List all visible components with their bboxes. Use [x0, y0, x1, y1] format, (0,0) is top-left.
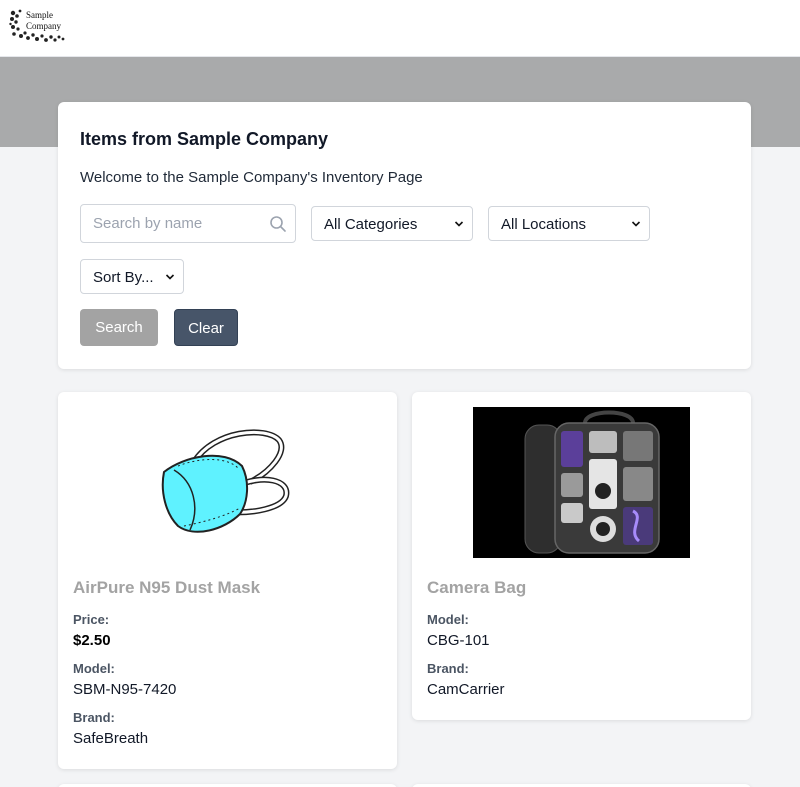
- dust-mask-image: [161, 429, 290, 533]
- model-label: Model:: [427, 612, 469, 627]
- page-title: Items from Sample Company: [80, 129, 329, 149]
- search-field[interactable]: [80, 204, 296, 243]
- top-navbar: Sample Company: [0, 0, 800, 57]
- model-value: CBG-101: [427, 632, 490, 649]
- product-card[interactable]: Camera Bag Model: CBG-101 Brand: CamCarr…: [412, 392, 751, 720]
- product-name[interactable]: AirPure N95 Dust Mask: [73, 578, 260, 598]
- product-name[interactable]: Camera Bag: [427, 578, 526, 598]
- company-logo[interactable]: Sample Company: [9, 9, 67, 43]
- chevron-down-icon: [165, 274, 175, 280]
- location-select[interactable]: All Locations: [488, 206, 650, 241]
- camera-bag-image: [473, 407, 690, 558]
- price-value: $2.50: [73, 632, 111, 649]
- filter-panel: Items from Sample Company Welcome to the…: [58, 102, 751, 369]
- sort-select-value: Sort By...: [93, 269, 154, 286]
- brand-label: Brand:: [427, 661, 469, 676]
- clear-button[interactable]: Clear: [174, 309, 238, 346]
- model-label: Model:: [73, 661, 115, 676]
- category-select-value: All Categories: [324, 216, 418, 233]
- logo-text: Sample Company: [26, 10, 61, 31]
- brand-value: CamCarrier: [427, 681, 505, 698]
- price-label: Price:: [73, 612, 110, 627]
- brand-label: Brand:: [73, 710, 115, 725]
- chevron-down-icon: [454, 221, 464, 227]
- search-button[interactable]: Search: [80, 309, 158, 346]
- model-value: SBM-N95-7420: [73, 681, 177, 698]
- welcome-text: Welcome to the Sample Company's Inventor…: [80, 169, 423, 186]
- search-icon: [270, 216, 286, 232]
- chevron-down-icon: [631, 221, 641, 227]
- search-input[interactable]: [81, 205, 295, 242]
- location-select-value: All Locations: [501, 216, 587, 233]
- category-select[interactable]: All Categories: [311, 206, 473, 241]
- sort-select[interactable]: Sort By...: [80, 259, 184, 294]
- product-card[interactable]: AirPure N95 Dust Mask Price: $2.50 Model…: [58, 392, 397, 769]
- brand-value: SafeBreath: [73, 730, 149, 747]
